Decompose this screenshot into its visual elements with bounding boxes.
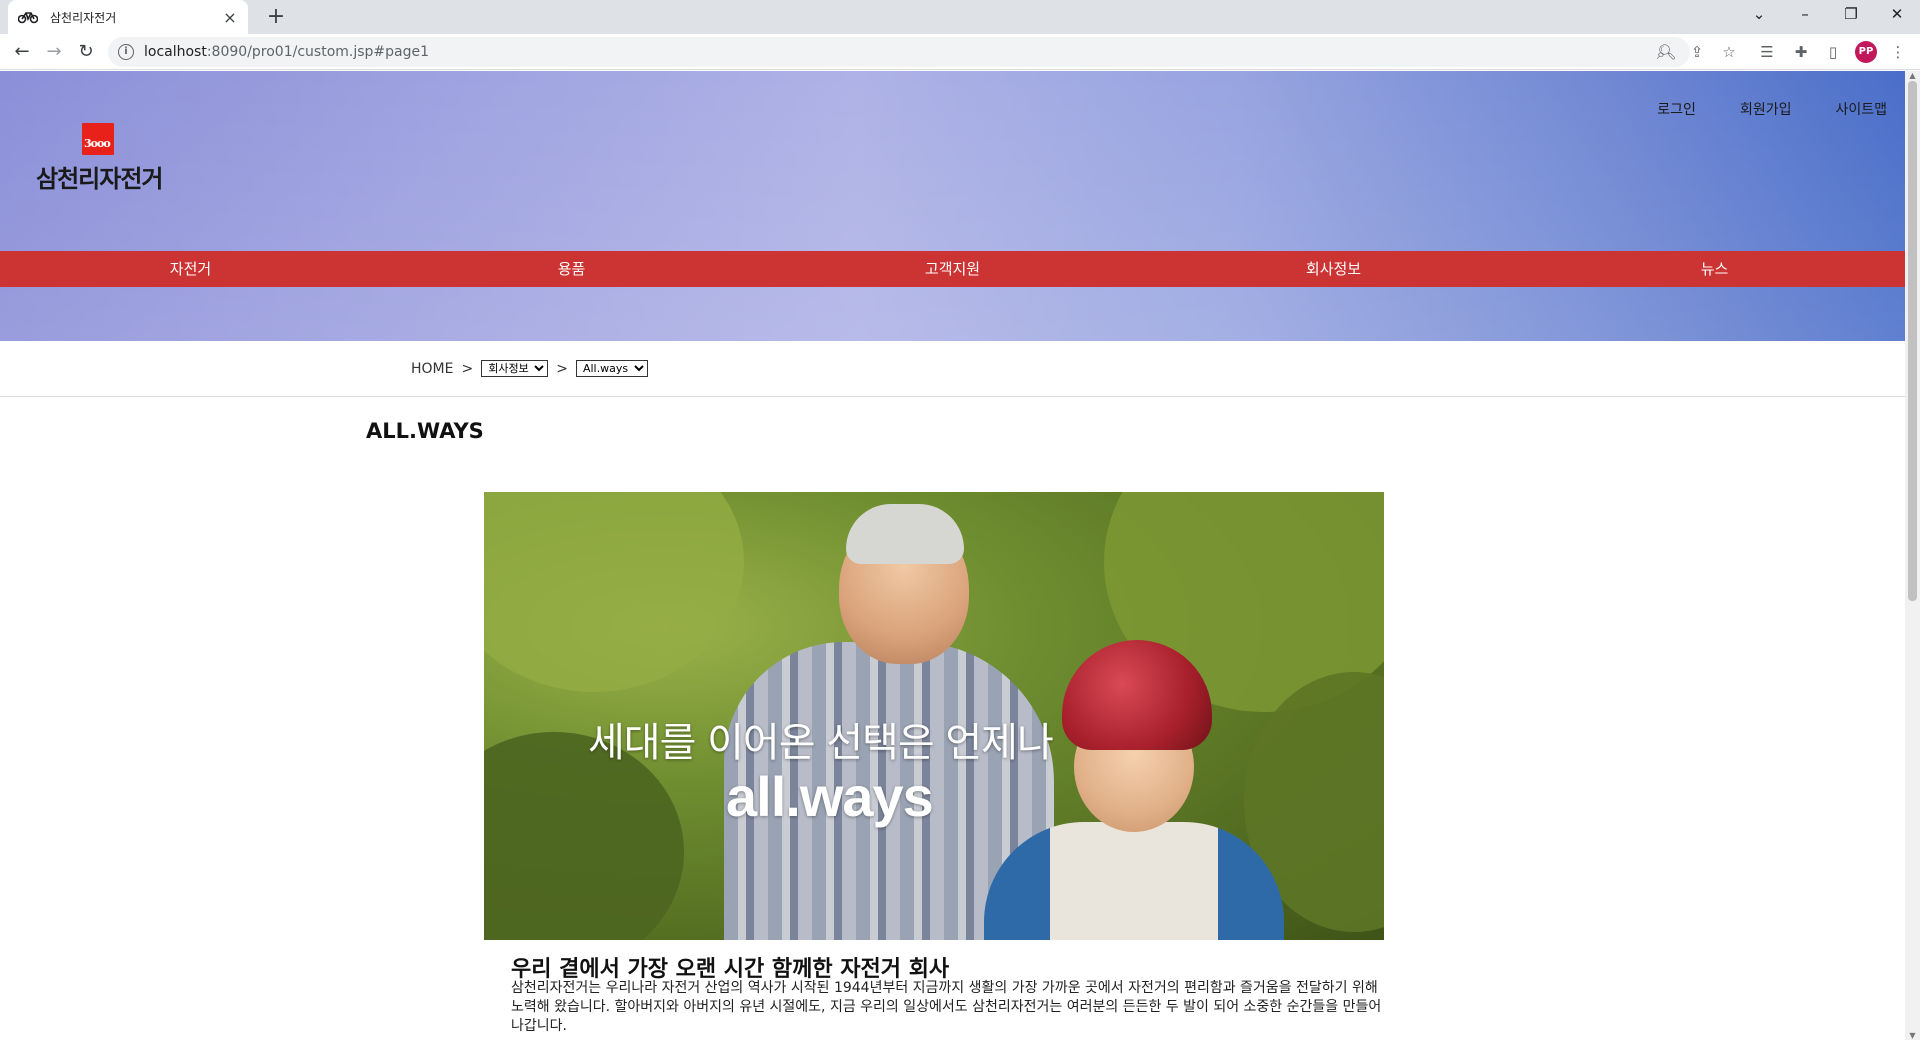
- close-window-button[interactable]: ✕: [1874, 0, 1920, 30]
- sidepanel-icon[interactable]: ▯: [1821, 40, 1845, 64]
- breadcrumb: HOME > 회사정보 > All.ways: [0, 341, 1905, 397]
- nav-item-accessories[interactable]: 용품: [381, 251, 762, 287]
- intro-paragraph: 삼천리자전거는 우리나라 자전거 산업의 역사가 시작된 1944년부터 지금까…: [511, 980, 1382, 1034]
- logo[interactable]: 3ooo 삼천리자전거: [36, 123, 166, 194]
- profile-avatar[interactable]: PP: [1855, 41, 1877, 63]
- signup-link[interactable]: 회원가입: [1740, 99, 1792, 119]
- browser-toolbar: ← → ↻ i localhost:8090/pro01/custom.jsp#…: [0, 34, 1920, 70]
- page-title: ALL.WAYS: [366, 419, 484, 443]
- page-viewport: 3ooo 삼천리자전거 로그인 회원가입 사이트맵 자전거 용품 고객지원 회사…: [0, 71, 1905, 1040]
- extensions-icon[interactable]: ✚: [1789, 40, 1813, 64]
- tab-search-icon[interactable]: ⌄: [1736, 0, 1782, 30]
- breadcrumb-section-select[interactable]: 회사정보: [481, 360, 549, 377]
- reload-icon[interactable]: ↻: [72, 38, 100, 66]
- nav-item-support[interactable]: 고객지원: [762, 251, 1143, 287]
- breadcrumb-separator: >: [556, 360, 568, 377]
- page-scrollbar[interactable]: ▲ ▼: [1905, 71, 1920, 1040]
- breadcrumb-separator: >: [461, 360, 474, 377]
- nav-item-company[interactable]: 회사정보: [1143, 251, 1524, 287]
- tab-title: 삼천리자전거: [50, 10, 117, 25]
- scroll-thumb[interactable]: [1908, 81, 1917, 601]
- star-icon[interactable]: ☆: [1717, 40, 1741, 64]
- zoom-icon[interactable]: 🔍︎: [1655, 40, 1679, 64]
- logo-mark: 3ooo: [82, 123, 114, 155]
- address-bar[interactable]: i localhost:8090/pro01/custom.jsp#page1 …: [108, 37, 1690, 67]
- share-icon[interactable]: ⇪: [1685, 40, 1709, 64]
- back-icon[interactable]: ←: [8, 38, 36, 66]
- breadcrumb-page-select[interactable]: All.ways: [575, 360, 648, 377]
- main-nav: 자전거 용품 고객지원 회사정보 뉴스: [0, 251, 1905, 287]
- reading-list-icon[interactable]: ☰: [1755, 40, 1779, 64]
- allways-hero-photo: 세대를 이어온 선택은 언제나 all.ways: [484, 492, 1384, 940]
- sitemap-link[interactable]: 사이트맵: [1835, 99, 1887, 119]
- bicycle-icon: [18, 12, 38, 24]
- info-icon[interactable]: i: [118, 44, 134, 60]
- breadcrumb-home[interactable]: HOME: [411, 361, 453, 377]
- browser-tab[interactable]: 삼천리자전거 ×: [8, 0, 248, 34]
- photo-brand-text: all.ways: [726, 765, 934, 828]
- scroll-up-icon[interactable]: ▲: [1908, 71, 1917, 80]
- tab-close-icon[interactable]: ×: [222, 8, 238, 27]
- photo-slogan: 세대를 이어온 선택은 언제나: [588, 720, 1054, 766]
- menu-icon[interactable]: ⋮: [1886, 40, 1910, 64]
- restore-button[interactable]: ❐: [1828, 0, 1874, 30]
- scroll-down-icon[interactable]: ▼: [1908, 1031, 1917, 1040]
- login-link[interactable]: 로그인: [1657, 99, 1696, 119]
- url-text: localhost:8090/pro01/custom.jsp#page1: [144, 44, 430, 60]
- logo-text: 삼천리자전거: [36, 165, 163, 193]
- utility-links: 로그인 회원가입 사이트맵: [1657, 99, 1887, 119]
- minimize-button[interactable]: –: [1782, 0, 1828, 30]
- nav-item-bicycles[interactable]: 자전거: [0, 251, 381, 287]
- new-tab-button[interactable]: +: [262, 4, 290, 30]
- hero-banner: [0, 71, 1905, 341]
- forward-icon[interactable]: →: [40, 38, 68, 66]
- nav-item-news[interactable]: 뉴스: [1524, 251, 1905, 287]
- tab-strip: 삼천리자전거 × + ⌄ – ❐ ✕: [0, 0, 1920, 34]
